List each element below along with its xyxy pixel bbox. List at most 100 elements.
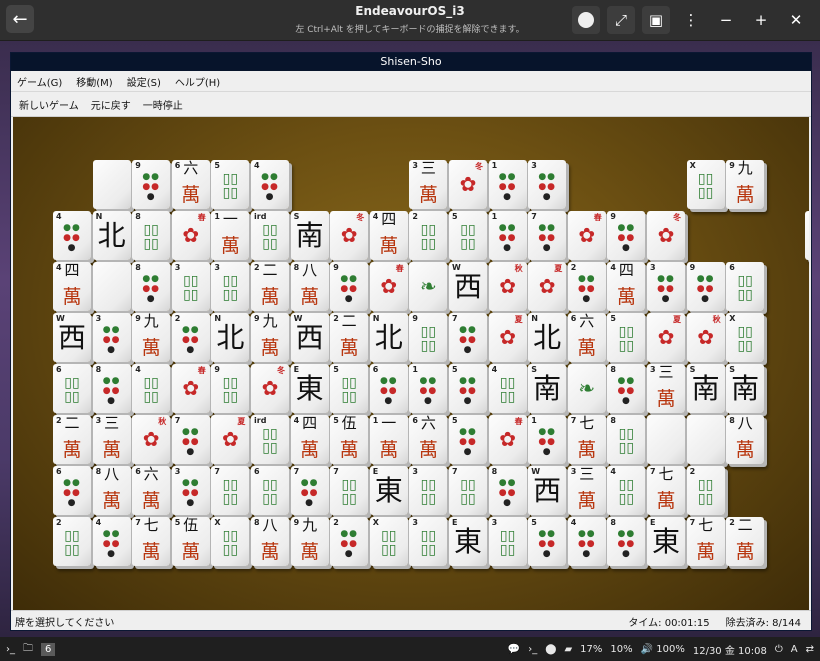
tile-wind-E[interactable]: E東 [369, 466, 408, 515]
tile-circle-9[interactable]: 9 ●● ●● ● [686, 262, 725, 311]
tile-bamboo-2[interactable]: 2▯▯▯▯ [686, 466, 725, 515]
folder-icon[interactable]: 🗀 [23, 641, 33, 658]
tile-character-6[interactable]: 6六萬 [567, 313, 606, 362]
tile-flower[interactable]: 春 ✿ [488, 415, 527, 464]
tile-bamboo-6[interactable]: 6 ▯▯ ▯▯ [251, 466, 289, 515]
tile-character-9[interactable]: 9九萬 [290, 517, 329, 566]
workspace-indicator[interactable]: 6 [41, 643, 56, 656]
app-tray-icon[interactable]: ⬤ [545, 644, 556, 655]
maximize-icon[interactable]: + [747, 6, 775, 34]
tile-circle-5[interactable]: 5 ●● ●● ● [449, 415, 487, 464]
tile-character-4[interactable]: 4四萬 [53, 262, 91, 311]
tile-character-2[interactable]: 2二萬 [53, 415, 91, 464]
tile-character-1[interactable]: 1一萬 [211, 211, 250, 260]
tile-bamboo-3[interactable]: 3 ▯▯ ▯▯ [488, 517, 527, 566]
tile-wind-N[interactable]: N北 [369, 313, 408, 362]
tile-wind-S[interactable]: S南 [528, 364, 567, 413]
tile-circle-2[interactable]: 2 ●● ●● ● [171, 313, 210, 362]
new-game-button[interactable]: 新しいゲーム [19, 97, 79, 112]
tile-character-9[interactable]: 9九萬 [726, 160, 765, 209]
tile-flower[interactable]: 春 ✿ [567, 211, 606, 260]
tile-flower[interactable]: 冬 ✿ [449, 160, 487, 209]
volume-indicator[interactable]: 🔊 100% [641, 644, 685, 655]
tile-wind-W[interactable]: W西 [53, 313, 91, 362]
tile-circle-3[interactable]: 3 ●● ●● ● [528, 160, 567, 209]
scale-icon[interactable]: ▣ [642, 6, 670, 34]
tile-character-9[interactable]: 9九萬 [132, 313, 171, 362]
tile-flower[interactable]: 冬 ✿ [647, 211, 685, 260]
tile-character-2[interactable]: 2二萬 [251, 262, 289, 311]
tile-bamboo-9[interactable]: 9 ▯▯ ▯▯ [211, 364, 250, 413]
tile-bamboo-2[interactable]: 2▯▯▯▯ [53, 517, 91, 566]
tile-flower[interactable]: 秋 ✿ [132, 415, 171, 464]
tile-circle-1[interactable]: 1 ●● ●● ● [488, 160, 527, 209]
tile-bamboo-6[interactable]: 6 ▯▯ ▯▯ [53, 364, 91, 413]
tile-flower[interactable]: 夏 ✿ [647, 313, 685, 362]
tile-circle-5[interactable]: 5 ●● ●● ● [528, 517, 567, 566]
tile-bamboo-4[interactable]: 4 ▯▯ ▯▯ [132, 364, 171, 413]
tile-flower[interactable]: 秋 ✿ [488, 262, 527, 311]
network-icon[interactable]: ⇄ [806, 644, 814, 655]
tile-plant[interactable]: ❧ [567, 364, 606, 413]
tile-flower[interactable]: 春 ✿ [171, 211, 210, 260]
tile-flower[interactable]: 秋 ✿ [686, 313, 725, 362]
tile-bamboo-X[interactable]: X ▯▯ ▯▯ [369, 517, 408, 566]
tile-circle-7[interactable]: 7 ●● ●● ● [290, 466, 329, 515]
tile-wind-N[interactable]: N北 [528, 313, 567, 362]
tile-circle-3[interactable]: 3 ●● ●● ● [647, 262, 685, 311]
tile-wind-W[interactable]: W西 [290, 313, 329, 362]
tile-circle-4[interactable]: 4 ●● ●● ● [567, 517, 606, 566]
tile-character-6[interactable]: 6六萬 [132, 466, 171, 515]
tile-blank[interactable] [92, 160, 131, 209]
tile-circle-7[interactable]: 7 ●● ●● ● [528, 211, 567, 260]
tile-circle-8[interactable]: 8 ●● ●● ● [488, 466, 527, 515]
folder-tray-icon[interactable]: ▰ [564, 644, 572, 655]
tile-circle-1[interactable]: 1 ●● ●● ● [488, 211, 527, 260]
tile-character-7[interactable]: 7七萬 [647, 466, 685, 515]
tile-bamboo-ird[interactable]: ird ▯▯ ▯▯ [251, 415, 289, 464]
tile-wind-E[interactable]: E東 [647, 517, 685, 566]
tile-bamboo-X[interactable]: X ▯▯ ▯▯ [726, 313, 765, 362]
tile-wind-E[interactable]: E東 [290, 364, 329, 413]
tile-bamboo-2[interactable]: 2▯▯▯▯ [409, 211, 448, 260]
tile-circle-9[interactable]: 9 ●● ●● ● [607, 211, 646, 260]
pause-button[interactable]: 一時停止 [143, 97, 183, 112]
tile-bamboo-7[interactable]: 7 ▯▯ ▯▯ [211, 466, 250, 515]
tile-blank[interactable] [647, 415, 685, 464]
tile-plant[interactable]: ❧ [409, 262, 448, 311]
tile-circle-7[interactable]: 7 ●● ●● ● [171, 415, 210, 464]
tile-character-8[interactable]: 8八萬 [251, 517, 289, 566]
tile-character-8[interactable]: 8八萬 [290, 262, 329, 311]
tile-character-5[interactable]: 5伍萬 [330, 415, 369, 464]
tile-flower[interactable]: 夏 ✿ [488, 313, 527, 362]
tile-character-3[interactable]: 3三萬 [567, 466, 606, 515]
tile-character-4[interactable]: 4四萬 [290, 415, 329, 464]
tile-bamboo-3[interactable]: 3 ▯▯ ▯▯ [211, 262, 250, 311]
tile-blank[interactable] [92, 262, 131, 311]
tile-bamboo-4[interactable]: 4 ▯▯ ▯▯ [488, 364, 527, 413]
tile-circle-3[interactable]: 3 ●● ●● ● [171, 466, 210, 515]
tile-wind-N[interactable]: N北 [211, 313, 250, 362]
tile-character-3[interactable]: 3三萬 [409, 160, 448, 209]
chat-icon[interactable]: 💬 [508, 644, 520, 655]
tile-bamboo-X[interactable]: X ▯▯ ▯▯ [211, 517, 250, 566]
power-icon[interactable]: ⏻ [775, 644, 783, 655]
menu-kebab-icon[interactable]: ⋮ [677, 6, 705, 34]
undo-button[interactable]: 元に戻す [91, 97, 131, 112]
keyboard-layout-icon[interactable]: A [791, 644, 798, 655]
tile-circle-2[interactable]: 2 ●● ●● ● [330, 517, 369, 566]
tile-circle-9[interactable]: 9 ●● ●● ● [132, 160, 171, 209]
tile-circle-2[interactable]: 2 ●● ●● ● [567, 262, 606, 311]
tile-bamboo-3[interactable]: 3 ▯▯ ▯▯ [409, 517, 448, 566]
tile-circle-1[interactable]: 1 ●● ●● ● [409, 364, 448, 413]
tile-character-3[interactable]: 3三萬 [92, 415, 131, 464]
tile-flower[interactable]: 春 ✿ [171, 364, 210, 413]
tile-character-3[interactable]: 3三萬 [647, 364, 685, 413]
tile-flower[interactable]: 冬 ✿ [251, 364, 289, 413]
menu-settings[interactable]: 設定(S) [127, 74, 161, 89]
tile-character-2[interactable]: 2二萬 [330, 313, 369, 362]
tile-bamboo-3[interactable]: 3 ▯▯ ▯▯ [409, 466, 448, 515]
tile-circle-4[interactable]: 4 ●● ●● ● [53, 211, 91, 260]
menu-game[interactable]: ゲーム(G) [17, 74, 62, 89]
tile-circle-3[interactable]: 3 ●● ●● ● [92, 313, 131, 362]
